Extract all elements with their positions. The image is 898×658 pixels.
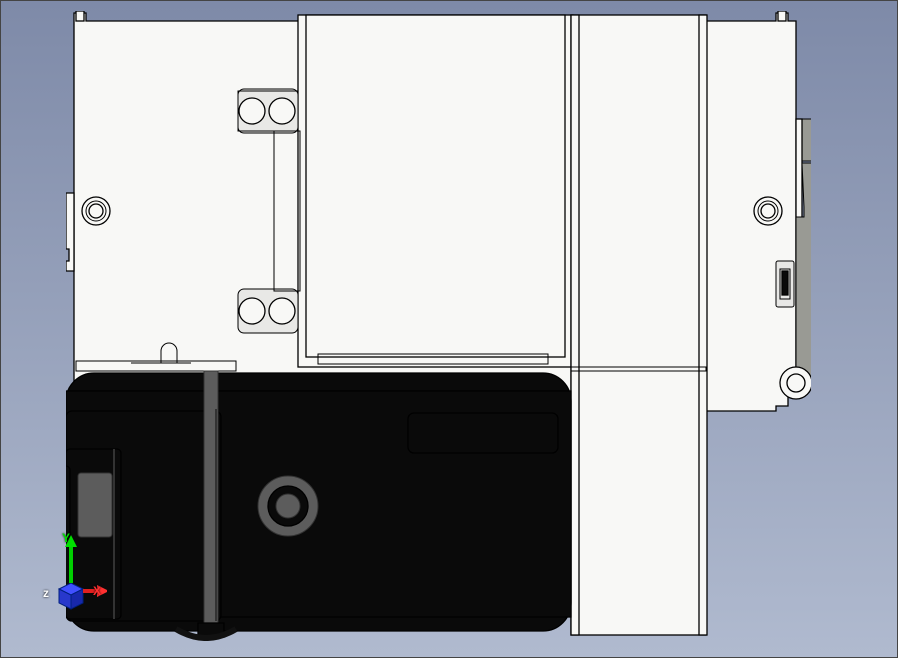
axis-label-z: z (43, 586, 49, 600)
motor-assembly (66, 371, 571, 638)
right-riser-block (571, 15, 707, 635)
axis-label-x: X (93, 584, 101, 598)
cad-viewport[interactable]: Y X z (0, 0, 898, 658)
cad-model[interactable] (66, 11, 811, 641)
cover-plate (298, 15, 573, 367)
axis-triad: Y X z (37, 531, 107, 621)
axis-label-y: Y (62, 531, 70, 545)
right-top-connector (796, 119, 811, 389)
standoff-bottom (238, 289, 298, 333)
lower-right-boss (780, 367, 811, 399)
standoff-top (238, 89, 298, 133)
